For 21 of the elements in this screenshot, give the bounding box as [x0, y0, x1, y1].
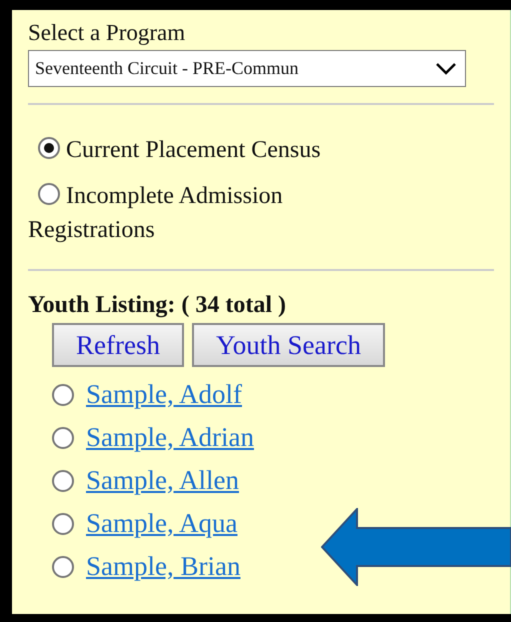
- youth-link[interactable]: Sample, Brian: [82, 551, 240, 582]
- listing-button[interactable]: Refresh: [52, 323, 184, 367]
- radio-button[interactable]: [52, 512, 74, 534]
- youth-link[interactable]: Sample, Aqua: [82, 508, 238, 539]
- radio-button[interactable]: [38, 137, 60, 159]
- view-option[interactable]: Current Placement Census: [28, 133, 358, 167]
- radio-button[interactable]: [38, 183, 60, 205]
- radio-button[interactable]: [52, 384, 74, 406]
- left-arrow-icon: [321, 508, 511, 586]
- listing-button[interactable]: Youth Search: [192, 323, 385, 367]
- youth-link[interactable]: Sample, Adrian: [82, 422, 254, 453]
- program-select[interactable]: Seventeenth Circuit - PRE-Commun: [28, 50, 466, 87]
- radio-button[interactable]: [52, 556, 74, 578]
- listing-title: Youth Listing: ( 34 total ): [28, 291, 286, 319]
- radio-button[interactable]: [52, 470, 74, 492]
- radio-button[interactable]: [52, 426, 74, 448]
- youth-link[interactable]: Sample, Adolf: [82, 379, 242, 410]
- youth-link[interactable]: Sample, Allen: [82, 465, 239, 496]
- program-label: Select a Program: [28, 20, 186, 46]
- view-option[interactable]: Incomplete Admission Registrations: [28, 179, 358, 247]
- chevron-icon: [435, 62, 457, 76]
